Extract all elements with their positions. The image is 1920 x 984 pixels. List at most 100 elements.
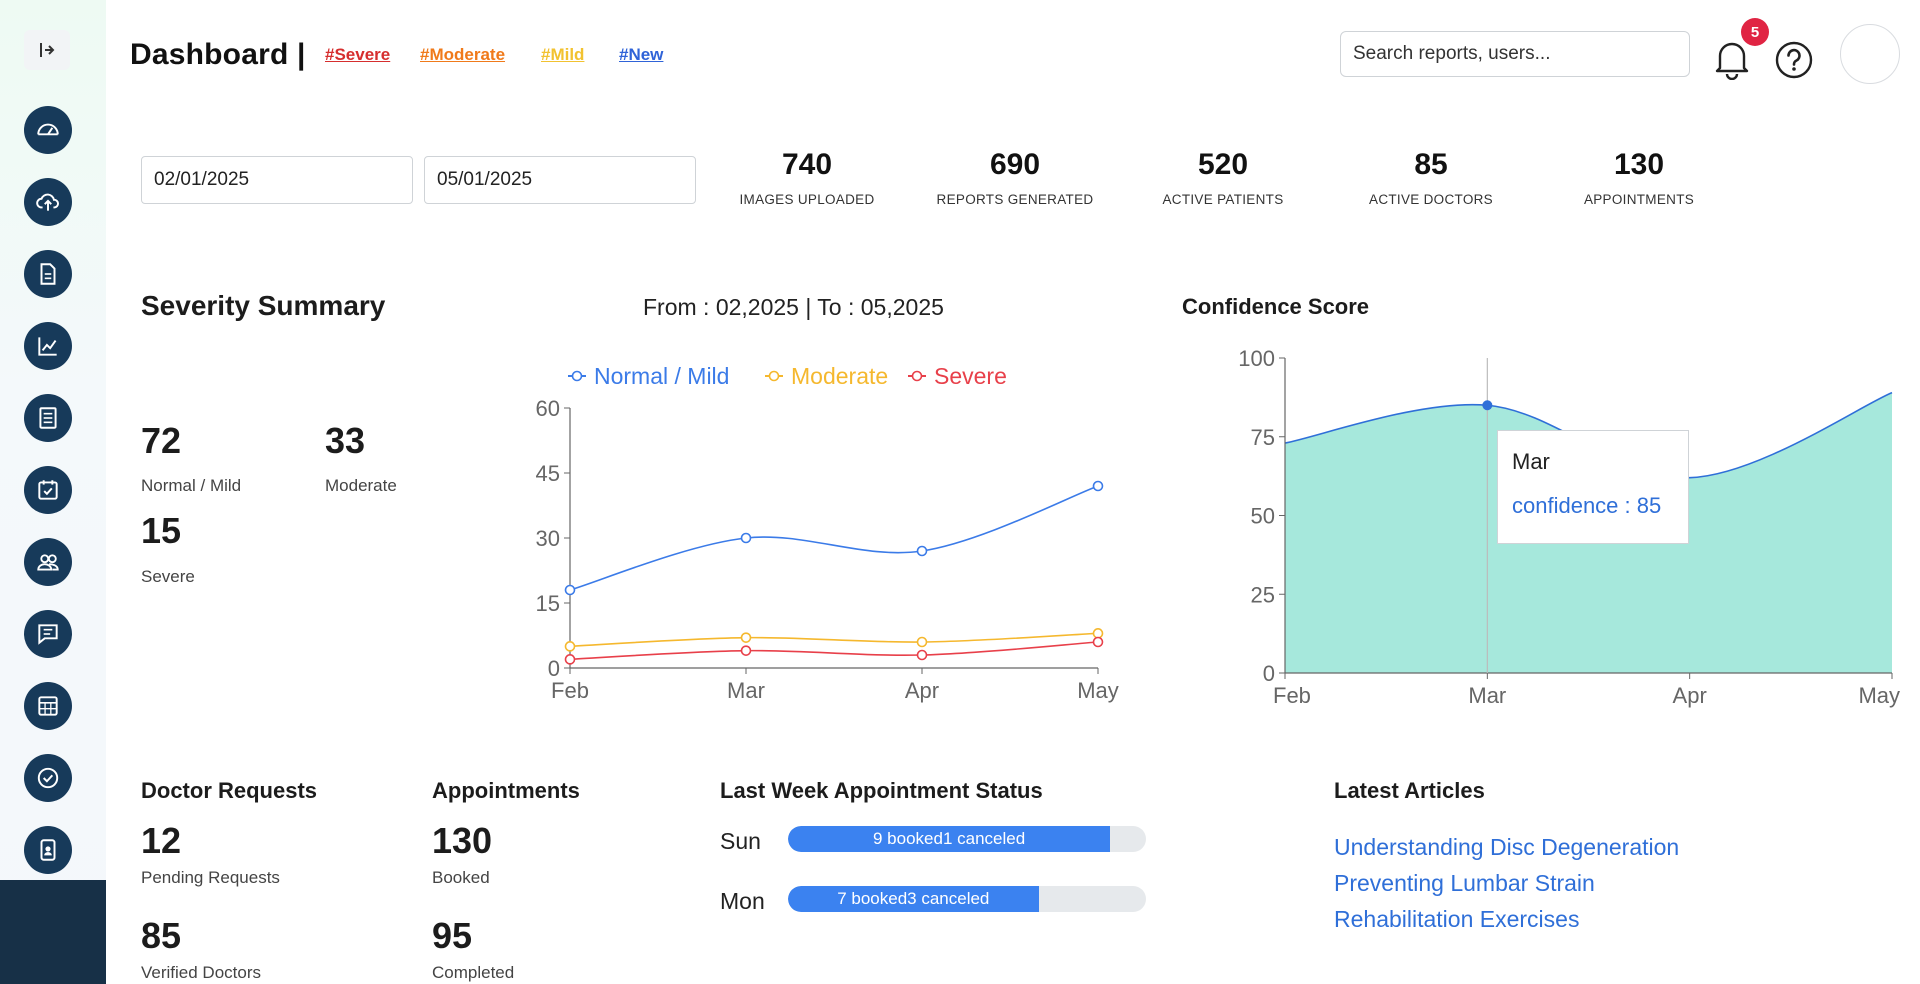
stat-reports-generated: 690 REPORTS GENERATED [905,148,1125,207]
y-tick-label: 30 [536,526,560,551]
avatar[interactable] [1840,24,1900,84]
x-tick-label: Apr [905,678,939,703]
tooltip-value: confidence : 85 [1512,493,1662,518]
x-tick-label: May [1077,678,1119,703]
line-chart-icon [38,337,57,356]
stat-active-doctors: 85 ACTIVE DOCTORS [1321,148,1541,207]
collapse-sidebar-button[interactable] [24,30,70,70]
confidence-score-title: Confidence Score [1182,294,1370,319]
tag-mild[interactable]: #Mild [541,45,584,65]
stat-value: 85 [1414,148,1448,181]
end-date-field[interactable] [424,156,696,204]
stat-label: APPOINTMENTS [1583,192,1695,207]
data-point [1092,636,1104,648]
y-tick-label: 100 [1238,346,1275,371]
series-line [569,485,1099,591]
search-input[interactable] [1340,31,1690,77]
nav-messages[interactable] [24,610,72,658]
check-circle-icon [37,767,59,789]
tooltip-title: Mar [1512,449,1550,474]
y-tick-label: 25 [1251,582,1275,607]
nav-profile[interactable] [24,826,72,874]
active-point [1482,400,1493,411]
status-bar-mon: 7 booked3 canceled [788,886,1146,912]
verified-doctors-label: Verified Doctors [141,963,261,982]
x-tick-label: May [1858,683,1900,708]
normal-mild-label: Normal / Mild [141,476,242,495]
severe-label: Severe [141,567,195,586]
data-point [564,584,576,596]
legend-marker [571,370,583,382]
severity-summary-title: Severity Summary [141,290,386,321]
nav-report-list[interactable] [24,394,72,442]
stat-label: ACTIVE PATIENTS [1162,192,1284,207]
moderate-label: Moderate [325,476,397,495]
nav-analytics[interactable] [24,322,72,370]
nav-dashboard[interactable] [24,106,72,154]
chart-tooltip: Mar confidence : 85 [1497,430,1689,544]
x-tick-label: Feb [551,678,589,703]
latest-articles-title: Latest Articles [1334,778,1485,803]
week-status-title: Last Week Appointment Status [720,778,1043,803]
completed-label: Completed [432,963,515,982]
tag-moderate[interactable]: #Moderate [420,45,505,65]
normal-mild-count: 72 [141,420,182,461]
nav-tasks[interactable] [24,754,72,802]
x-tick-label: Mar [1468,683,1506,708]
stat-value: 690 [989,148,1041,181]
article-link[interactable]: Rehabilitation Exercises [1334,906,1579,933]
sidebar [0,0,106,984]
day-label-sun: Sun [720,828,761,854]
data-point [740,632,752,643]
stat-label: REPORTS GENERATED [936,192,1094,207]
y-tick-label: 60 [536,396,560,421]
article-link[interactable]: Understanding Disc Degeneration [1334,834,1679,861]
series-line [569,641,1099,661]
stat-label: IMAGES UPLOADED [739,192,875,207]
help-button[interactable] [1775,41,1813,79]
moderate-count: 33 [325,420,366,461]
sidebar-footer [0,880,106,984]
data-point [564,641,576,652]
stat-label: ACTIVE DOCTORS [1369,192,1493,207]
status-bar-fill: 9 booked1 canceled [788,826,1111,852]
nav-calendar[interactable] [24,466,72,514]
data-point [740,645,752,656]
document-icon [40,263,56,285]
series-line [569,632,1099,648]
stat-active-patients: 520 ACTIVE PATIENTS [1113,148,1333,207]
date-range-label: From : 02,2025 | To : 05,2025 [643,294,944,320]
tag-severe[interactable]: #Severe [325,45,390,65]
notification-badge: 5 [1741,18,1769,46]
article-link[interactable]: Preventing Lumbar Strain [1334,870,1595,897]
status-bar-sun: 9 booked1 canceled [788,826,1146,852]
stat-value: 520 [1197,148,1249,181]
pending-requests-label: Pending Requests [141,868,280,887]
legend-marker [911,370,923,382]
status-bar-fill: 7 booked3 canceled [788,886,1039,912]
day-label-mon: Mon [720,888,765,914]
legend-label: Moderate [791,363,888,389]
legend-label: Severe [934,363,1007,389]
nav-reports[interactable] [24,250,72,298]
legend-label: Normal / Mild [594,363,729,389]
legend-marker [768,370,780,382]
data-point [916,649,928,661]
severity-line-chart: 015304560Feb Mar Apr MayNormal / Mild Modera… [536,363,1119,703]
doctor-requests-title: Doctor Requests [141,778,318,803]
y-tick-label: 45 [536,461,560,486]
nav-users[interactable] [24,538,72,586]
expand-arrow-icon [40,43,55,57]
start-date-field[interactable] [141,156,413,204]
booked-label: Booked [432,868,490,887]
nav-upload[interactable] [24,178,72,226]
users-icon [37,554,59,571]
stat-value: 130 [1613,148,1665,181]
nav-billing[interactable] [24,682,72,730]
tag-new[interactable]: #New [619,45,663,65]
help-icon [1775,41,1813,79]
stat-value: 740 [781,148,833,181]
data-point [1092,480,1104,492]
x-tick-label: Feb [1273,683,1311,708]
data-point [1092,628,1104,639]
